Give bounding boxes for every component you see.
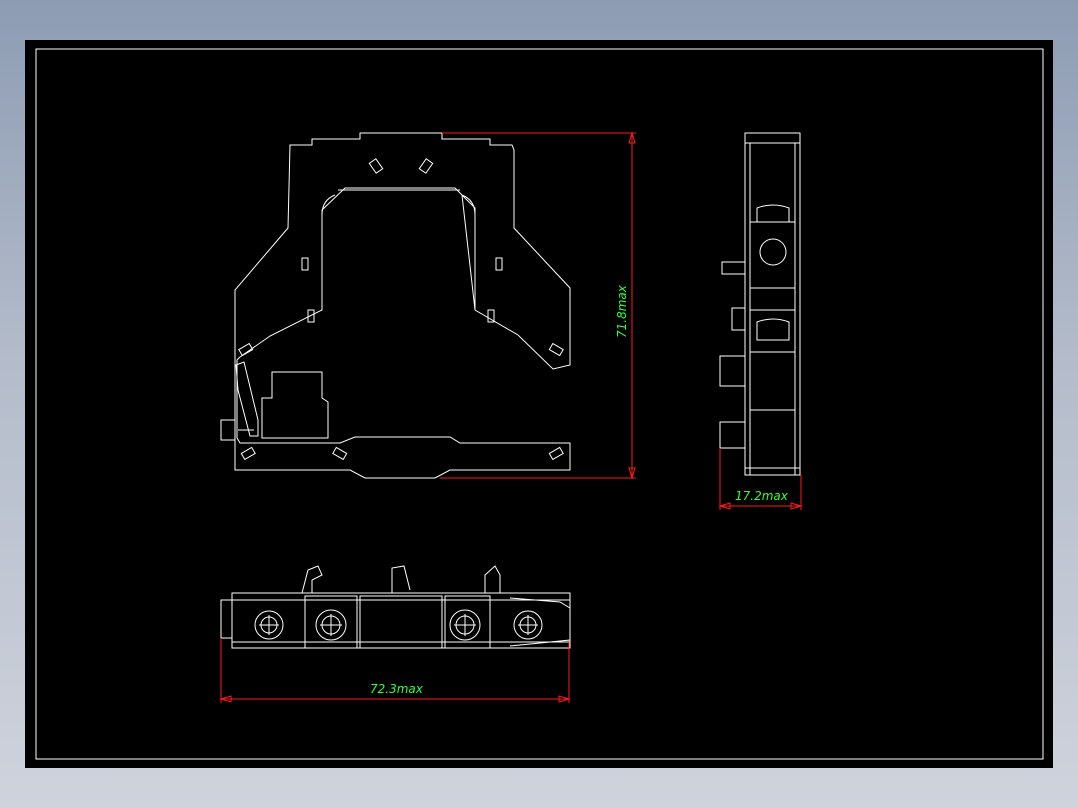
top-clip-3 xyxy=(484,565,501,593)
side-body xyxy=(744,132,801,476)
front-latch xyxy=(235,361,259,437)
slot-11 xyxy=(548,446,564,461)
slot-3 xyxy=(301,257,309,271)
top-center-window xyxy=(359,595,443,649)
top-right-nose xyxy=(509,597,571,647)
dimension-depth-label: 17.2max xyxy=(735,489,789,503)
front-view-outline xyxy=(234,132,571,479)
front-window xyxy=(321,194,476,311)
front-view xyxy=(220,132,571,479)
slot-1 xyxy=(368,158,384,174)
slot-4 xyxy=(495,257,503,271)
side-screw-1 xyxy=(759,238,787,266)
cad-drawing: 71.8max 17.2max 72.3max xyxy=(35,48,1044,760)
dimension-depth: 17.2max xyxy=(718,448,803,510)
side-tab-3 xyxy=(719,355,746,387)
side-view xyxy=(719,132,801,476)
slot-10 xyxy=(332,446,348,461)
top-clip-1 xyxy=(301,565,323,594)
dimension-width-label: 72.3max xyxy=(370,682,424,696)
side-tab-4 xyxy=(719,421,746,449)
side-upper-block xyxy=(749,221,796,289)
slot-8 xyxy=(548,342,564,357)
front-tab xyxy=(220,419,236,441)
inner-border xyxy=(35,48,1044,760)
slot-2 xyxy=(418,158,434,174)
dimension-height: 71.8max xyxy=(440,131,636,480)
top-end-left xyxy=(220,599,233,639)
slot-9 xyxy=(240,446,256,461)
top-clip-2 xyxy=(391,565,411,593)
dimension-height-label: 71.8max xyxy=(615,284,629,338)
side-bottom-block xyxy=(749,409,796,469)
side-tab-1 xyxy=(721,261,746,275)
side-tab-2 xyxy=(731,307,746,331)
top-view xyxy=(220,565,571,649)
front-terminal xyxy=(261,371,329,439)
